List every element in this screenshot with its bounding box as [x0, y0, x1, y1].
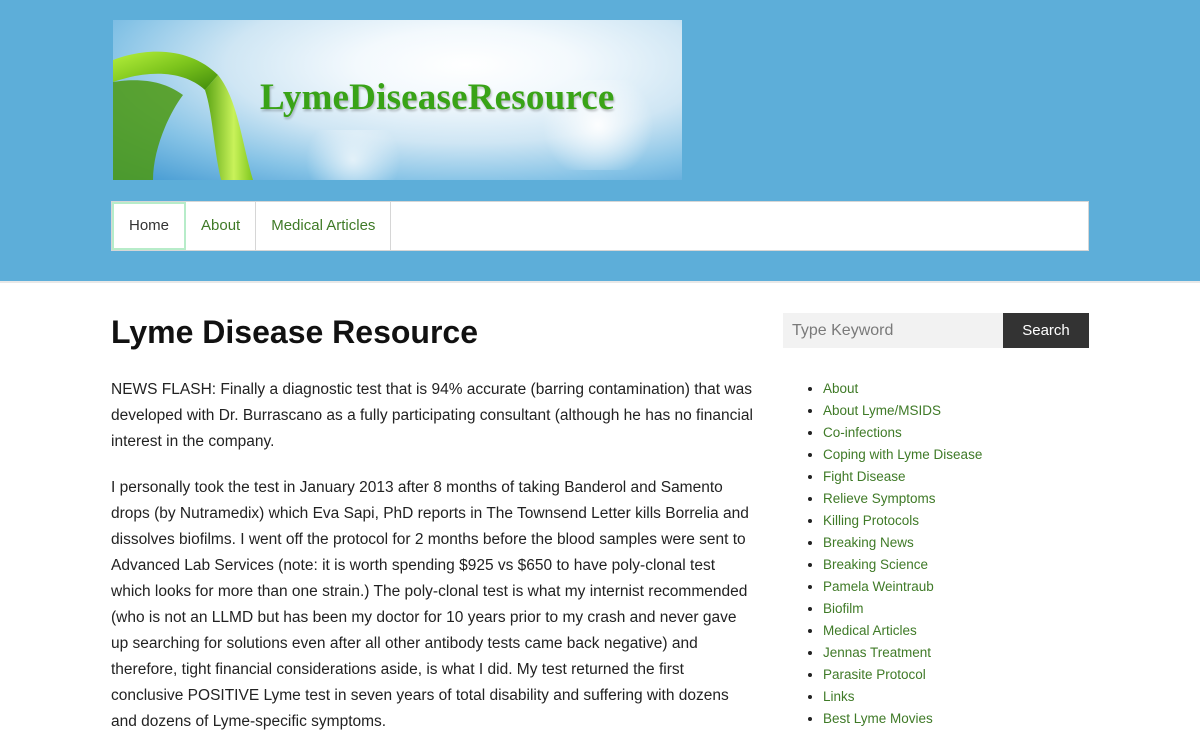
sidebar-link-biofilm[interactable]: Biofilm [823, 601, 864, 616]
nav-item-home[interactable]: Home [112, 202, 187, 250]
search-input[interactable] [783, 313, 1003, 348]
search-button[interactable]: Search [1003, 313, 1089, 348]
article-paragraph: NEWS FLASH: Finally a diagnostic test th… [111, 381, 753, 450]
banner-glow [293, 130, 413, 180]
sidebar-link-fight-disease[interactable]: Fight Disease [823, 469, 906, 484]
sidebar-link-about-lyme-msids[interactable]: About Lyme/MSIDS [823, 403, 941, 418]
sidebar-list-item: Breaking News [823, 532, 1089, 554]
sidebar-link-co-infections[interactable]: Co-infections [823, 425, 902, 440]
sidebar-list-item: About Lyme/MSIDS [823, 400, 1089, 422]
main-navigation: Home About Medical Articles [111, 201, 1089, 251]
sidebar-link-killing-protocols[interactable]: Killing Protocols [823, 513, 919, 528]
sidebar-link-relieve-symptoms[interactable]: Relieve Symptoms [823, 491, 936, 506]
sidebar-list-item: Killing Protocols [823, 510, 1089, 532]
sidebar-list-item: Co-infections [823, 422, 1089, 444]
sidebar-list-item: About [823, 378, 1089, 400]
sidebar-link-parasite-protocol[interactable]: Parasite Protocol [823, 667, 926, 682]
sidebar-link-best-lyme-movies[interactable]: Best Lyme Movies [823, 711, 933, 726]
sidebar-link-links[interactable]: Links [823, 689, 855, 704]
sidebar-link-pamela-weintraub[interactable]: Pamela Weintraub [823, 579, 934, 594]
sidebar-list-item: Relieve Symptoms [823, 488, 1089, 510]
article-content: NEWS FLASH: Finally a diagnostic test th… [111, 377, 756, 755]
sidebar-search: Search [783, 313, 1089, 348]
sidebar-link-breaking-news[interactable]: Breaking News [823, 535, 914, 550]
sidebar-list-item: Medical Articles [823, 620, 1089, 642]
article-paragraph: I personally took the test in January 20… [111, 479, 749, 730]
sidebar-link-medical-articles[interactable]: Medical Articles [823, 623, 917, 638]
sidebar-list-item: Parasite Protocol [823, 664, 1089, 686]
sidebar-list-item: Links [823, 686, 1089, 708]
sidebar-list-item: Biofilm [823, 598, 1089, 620]
sidebar-list-item: Coping with Lyme Disease [823, 444, 1089, 466]
sidebar-link-breaking-science[interactable]: Breaking Science [823, 557, 928, 572]
sidebar-list-item: Pamela Weintraub [823, 576, 1089, 598]
sidebar-link-coping[interactable]: Coping with Lyme Disease [823, 447, 982, 462]
site-logo-text[interactable]: LymeDiseaseResource [260, 76, 615, 119]
sidebar-link-jennas-treatment[interactable]: Jennas Treatment [823, 645, 931, 660]
site-banner[interactable]: LymeDiseaseResource [113, 20, 682, 180]
sidebar-list-item: Fight Disease [823, 466, 1089, 488]
sidebar-list-item: Breaking Science [823, 554, 1089, 576]
sidebar-link-about[interactable]: About [823, 381, 858, 396]
sidebar-link-list: About About Lyme/MSIDS Co-infections Cop… [783, 378, 1089, 730]
nav-item-about[interactable]: About [186, 202, 257, 250]
page-title: Lyme Disease Resource [111, 314, 479, 350]
nav-item-medical-articles[interactable]: Medical Articles [256, 202, 392, 250]
sidebar-list-item: Best Lyme Movies [823, 708, 1089, 730]
sidebar-list-item: Jennas Treatment [823, 642, 1089, 664]
